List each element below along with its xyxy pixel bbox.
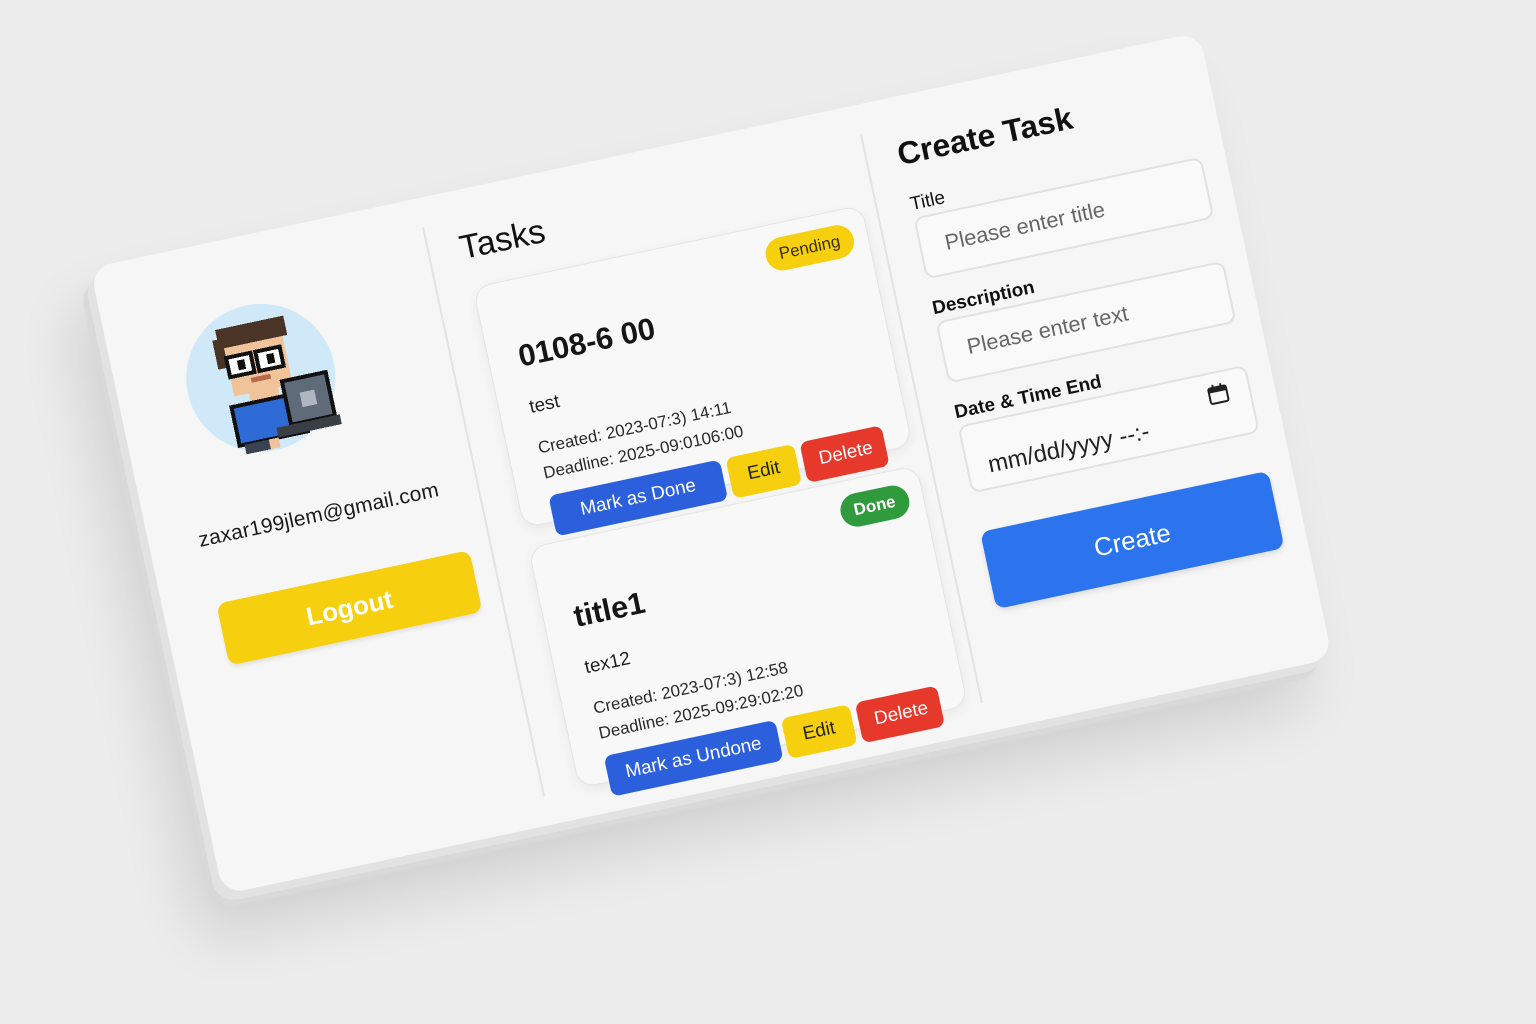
description-input[interactable] (935, 260, 1237, 384)
create-task-heading: Create Task (894, 100, 1076, 172)
delete-button[interactable]: Delete (854, 685, 946, 744)
task-title: 0108-6 00 (515, 310, 659, 374)
user-email: zaxar199jlem@gmail.com (196, 478, 441, 552)
tasks-heading: Tasks (456, 212, 549, 268)
logout-button[interactable]: Logout (216, 550, 483, 666)
create-button[interactable]: Create (980, 470, 1285, 610)
date-time-input[interactable]: mm/dd/yyyy --:- (957, 364, 1260, 494)
stage: zaxar199jlem@gmail.com Logout Tasks Pend… (0, 0, 1536, 1024)
task-description: test (527, 391, 562, 418)
pixel-developer-avatar-icon (212, 315, 342, 455)
task-title: title1 (570, 585, 649, 634)
task-board: zaxar199jlem@gmail.com Logout Tasks Pend… (90, 32, 1333, 895)
status-badge: Pending (762, 222, 858, 274)
calendar-icon[interactable] (1205, 381, 1231, 407)
edit-button[interactable]: Edit (725, 443, 803, 499)
status-badge: Done (836, 482, 913, 530)
avatar (172, 288, 360, 475)
edit-button[interactable]: Edit (780, 704, 858, 760)
date-value: mm/dd/yyyy --:- (985, 418, 1152, 479)
title-input[interactable] (913, 156, 1215, 280)
task-description: tex12 (582, 648, 633, 679)
